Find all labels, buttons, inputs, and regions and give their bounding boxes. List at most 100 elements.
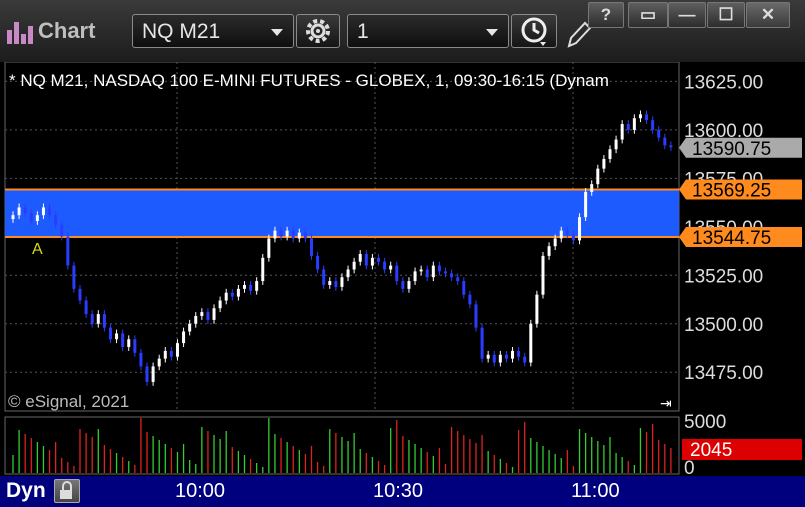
candle-body [90, 314, 94, 324]
candle-body [632, 118, 636, 130]
candle-body [638, 114, 642, 119]
interval-select[interactable]: 1 [347, 14, 509, 48]
candle-body [194, 315, 198, 324]
candle-body [72, 265, 76, 289]
candle-body [115, 333, 119, 340]
time-axis-bar: Dyn 10:00 10:30 11:00 [0, 476, 805, 507]
candle-body [578, 217, 582, 241]
symbol-value: NQ M21 [142, 20, 221, 43]
candle-body [614, 139, 618, 150]
candle-body [273, 230, 277, 239]
candle-body [291, 230, 295, 239]
candle-body [669, 145, 673, 148]
candle-body [626, 124, 630, 130]
settings-button[interactable] [296, 14, 340, 48]
candle-body [41, 207, 45, 216]
candle-body [29, 213, 33, 221]
candle-body [96, 314, 100, 324]
candle-body [297, 232, 301, 239]
candle-body [242, 284, 246, 289]
candle-body [504, 354, 508, 359]
volume-axis-max: 5000 [684, 412, 726, 433]
candle-body [462, 281, 466, 295]
candle-body [657, 129, 661, 138]
candle-body [389, 265, 393, 270]
candle-body [127, 339, 131, 348]
candle-body [377, 257, 381, 262]
candle-body [511, 350, 515, 359]
candle-body [175, 343, 179, 357]
candle-body [78, 288, 82, 301]
candle-body [419, 269, 423, 272]
candle-body [450, 273, 454, 278]
candle-body [267, 238, 271, 258]
price-tick-label: 13625.00 [684, 72, 763, 93]
candle-body [645, 114, 649, 121]
chevron-down-icon [271, 29, 283, 36]
candle-body [139, 352, 143, 367]
dynamic-label: Dyn [6, 479, 46, 502]
candle-body [230, 292, 234, 297]
time-button[interactable] [511, 14, 557, 48]
candle-body [541, 255, 545, 295]
candle-body [437, 265, 441, 272]
candle-body [163, 350, 167, 359]
interval-value: 1 [357, 20, 369, 43]
restore-layout-button[interactable]: ▭ [628, 2, 668, 28]
candle-body [249, 284, 253, 291]
price-zone [5, 189, 679, 237]
help-button[interactable]: ? [588, 2, 624, 28]
chart-title: * NQ M21, NASDAQ 100 E-MINI FUTURES - GL… [9, 71, 609, 90]
candle-body [188, 323, 192, 332]
candle-body [285, 230, 289, 237]
candle-body [565, 230, 569, 235]
candle-body [523, 356, 527, 363]
candle-body [608, 149, 612, 159]
candle-body [218, 300, 222, 309]
candle-body [663, 137, 667, 146]
candle-body [584, 191, 588, 218]
candle-body [358, 253, 362, 262]
candle-body [17, 207, 21, 216]
annotation-label: A [32, 241, 43, 258]
window-title: Chart [38, 18, 96, 43]
price-chart[interactable]: 13625.0013600.0013575.0013550.0013525.00… [0, 62, 805, 476]
candle-body [474, 304, 478, 328]
zone-lower-badge-text: 13544.75 [692, 228, 771, 249]
candle-body [23, 207, 27, 214]
candle-body [322, 269, 326, 285]
candle-body [236, 288, 240, 297]
candle-body [145, 366, 149, 382]
candle-body [486, 354, 490, 359]
candle-body [66, 236, 70, 266]
candle-body [395, 265, 399, 282]
candle-body [182, 331, 186, 344]
clock-icon [521, 17, 547, 46]
candle-body [651, 120, 655, 130]
candle-body [571, 234, 575, 241]
candle-body [547, 246, 551, 256]
chevron-down-icon [486, 29, 498, 36]
title-bar: Chart NQ M21 1 ? ▭ — ☐ ✕ [0, 0, 805, 62]
candle-body [480, 327, 484, 359]
candle-body [35, 215, 39, 221]
candle-body [425, 269, 429, 278]
minimize-button[interactable]: — [668, 2, 706, 28]
time-tick-label: 10:30 [373, 480, 424, 502]
gear-icon [306, 19, 330, 43]
candle-body [261, 257, 265, 282]
volume-last-text: 2045 [690, 440, 732, 461]
candle-body [316, 255, 320, 270]
zone-lower-badge: 13544.75 [679, 226, 802, 249]
symbol-select[interactable]: NQ M21 [132, 14, 294, 48]
candle-body [444, 271, 448, 274]
candle-body [121, 333, 125, 348]
candle-body [48, 207, 52, 216]
candle-body [383, 261, 387, 270]
candle-body [370, 257, 374, 266]
maximize-button[interactable]: ☐ [707, 2, 745, 28]
lock-button[interactable] [54, 479, 80, 503]
candle-body [492, 354, 496, 363]
zone-upper-badge-text: 13569.25 [692, 180, 771, 201]
close-button[interactable]: ✕ [746, 2, 790, 28]
